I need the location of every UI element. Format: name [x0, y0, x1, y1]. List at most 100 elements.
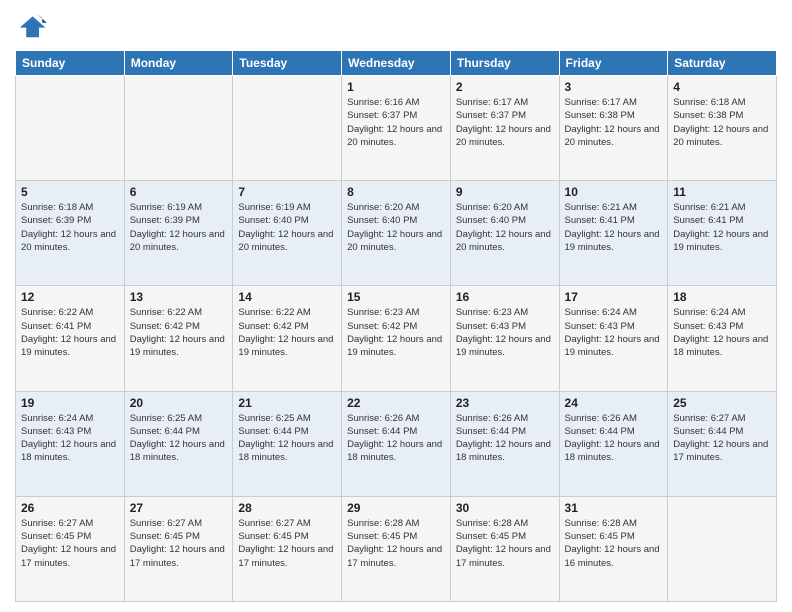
day-number: 7 [238, 185, 336, 199]
calendar-header: SundayMondayTuesdayWednesdayThursdayFrid… [16, 51, 777, 76]
day-info: Sunrise: 6:25 AM Sunset: 6:44 PM Dayligh… [130, 412, 228, 465]
day-info: Sunrise: 6:26 AM Sunset: 6:44 PM Dayligh… [456, 412, 554, 465]
day-info: Sunrise: 6:18 AM Sunset: 6:39 PM Dayligh… [21, 201, 119, 254]
day-info: Sunrise: 6:24 AM Sunset: 6:43 PM Dayligh… [565, 306, 663, 359]
day-number: 9 [456, 185, 554, 199]
day-number: 10 [565, 185, 663, 199]
weekday-header-tuesday: Tuesday [233, 51, 342, 76]
day-number: 16 [456, 290, 554, 304]
day-number: 3 [565, 80, 663, 94]
page: SundayMondayTuesdayWednesdayThursdayFrid… [0, 0, 792, 612]
day-info: Sunrise: 6:27 AM Sunset: 6:45 PM Dayligh… [238, 517, 336, 570]
day-cell: 27Sunrise: 6:27 AM Sunset: 6:45 PM Dayli… [124, 496, 233, 601]
day-cell: 15Sunrise: 6:23 AM Sunset: 6:42 PM Dayli… [342, 286, 451, 391]
day-cell: 25Sunrise: 6:27 AM Sunset: 6:44 PM Dayli… [668, 391, 777, 496]
day-info: Sunrise: 6:27 AM Sunset: 6:44 PM Dayligh… [673, 412, 771, 465]
day-cell: 10 Sunrise: 6:21 AM Sunset: 6:41 PM Dayli… [559, 181, 668, 286]
day-cell: 21 Sunrise: 6:25 AM Sunset: 6:44 PM Dayli… [233, 391, 342, 496]
day-cell: 7 Sunrise: 6:19 AM Sunset: 6:40 PM Daylig… [233, 181, 342, 286]
day-info: Sunrise: 6:24 AM Sunset: 6:43 PM Dayligh… [673, 306, 771, 359]
day-info: Sunrise: 6:17 AM Sunset: 6:38 PM Dayligh… [565, 96, 663, 149]
day-info: Sunrise: 6:28 AM Sunset: 6:45 PM Dayligh… [347, 517, 445, 570]
day-info: Sunrise: 6:19 AM Sunset: 6:39 PM Dayligh… [130, 201, 228, 254]
day-info: Sunrise: 6:19 AM Sunset: 6:40 PM Dayligh… [238, 201, 336, 254]
day-cell: 11 Sunrise: 6:21 AM Sunset: 6:41 PM Dayli… [668, 181, 777, 286]
calendar-table: SundayMondayTuesdayWednesdayThursdayFrid… [15, 50, 777, 602]
day-info: Sunrise: 6:20 AM Sunset: 6:40 PM Dayligh… [456, 201, 554, 254]
weekday-header-wednesday: Wednesday [342, 51, 451, 76]
day-number: 12 [21, 290, 119, 304]
day-number: 1 [347, 80, 445, 94]
day-cell: 3 Sunrise: 6:17 AM Sunset: 6:38 PM Daylig… [559, 76, 668, 181]
day-info: Sunrise: 6:26 AM Sunset: 6:44 PM Dayligh… [565, 412, 663, 465]
day-cell: 5 Sunrise: 6:18 AM Sunset: 6:39 PM Daylig… [16, 181, 125, 286]
weekday-header-saturday: Saturday [668, 51, 777, 76]
day-info: Sunrise: 6:26 AM Sunset: 6:44 PM Dayligh… [347, 412, 445, 465]
logo [15, 10, 51, 42]
week-row-2: 12 Sunrise: 6:22 AM Sunset: 6:41 PM Dayli… [16, 286, 777, 391]
day-cell: 2 Sunrise: 6:17 AM Sunset: 6:37 PM Daylig… [450, 76, 559, 181]
day-number: 29 [347, 501, 445, 515]
day-cell: 24 Sunrise: 6:26 AM Sunset: 6:44 PM Dayli… [559, 391, 668, 496]
weekday-header-thursday: Thursday [450, 51, 559, 76]
day-cell: 31Sunrise: 6:28 AM Sunset: 6:45 PM Dayli… [559, 496, 668, 601]
day-cell: 17Sunrise: 6:24 AM Sunset: 6:43 PM Dayli… [559, 286, 668, 391]
header [15, 10, 777, 42]
day-number: 13 [130, 290, 228, 304]
day-number: 21 [238, 396, 336, 410]
day-number: 19 [21, 396, 119, 410]
day-info: Sunrise: 6:24 AM Sunset: 6:43 PM Dayligh… [21, 412, 119, 465]
day-number: 5 [21, 185, 119, 199]
day-number: 27 [130, 501, 228, 515]
day-number: 22 [347, 396, 445, 410]
day-cell [668, 496, 777, 601]
day-number: 20 [130, 396, 228, 410]
day-number: 4 [673, 80, 771, 94]
week-row-0: 1 Sunrise: 6:16 AM Sunset: 6:37 PM Daylig… [16, 76, 777, 181]
day-cell: 29 Sunrise: 6:28 AM Sunset: 6:45 PM Dayli… [342, 496, 451, 601]
day-info: Sunrise: 6:28 AM Sunset: 6:45 PM Dayligh… [565, 517, 663, 570]
day-cell: 19 Sunrise: 6:24 AM Sunset: 6:43 PM Dayli… [16, 391, 125, 496]
day-cell: 20 Sunrise: 6:25 AM Sunset: 6:44 PM Dayli… [124, 391, 233, 496]
day-cell [233, 76, 342, 181]
day-info: Sunrise: 6:18 AM Sunset: 6:38 PM Dayligh… [673, 96, 771, 149]
day-info: Sunrise: 6:25 AM Sunset: 6:44 PM Dayligh… [238, 412, 336, 465]
day-cell: 28 Sunrise: 6:27 AM Sunset: 6:45 PM Dayli… [233, 496, 342, 601]
calendar-body: 1 Sunrise: 6:16 AM Sunset: 6:37 PM Daylig… [16, 76, 777, 602]
day-info: Sunrise: 6:27 AM Sunset: 6:45 PM Dayligh… [21, 517, 119, 570]
logo-icon [15, 10, 47, 42]
day-number: 18 [673, 290, 771, 304]
day-info: Sunrise: 6:22 AM Sunset: 6:42 PM Dayligh… [238, 306, 336, 359]
day-info: Sunrise: 6:17 AM Sunset: 6:37 PM Dayligh… [456, 96, 554, 149]
weekday-header-sunday: Sunday [16, 51, 125, 76]
day-number: 24 [565, 396, 663, 410]
day-cell: 16 Sunrise: 6:23 AM Sunset: 6:43 PM Dayli… [450, 286, 559, 391]
day-number: 23 [456, 396, 554, 410]
day-number: 26 [21, 501, 119, 515]
day-cell: 9 Sunrise: 6:20 AM Sunset: 6:40 PM Daylig… [450, 181, 559, 286]
day-info: Sunrise: 6:21 AM Sunset: 6:41 PM Dayligh… [565, 201, 663, 254]
day-info: Sunrise: 6:16 AM Sunset: 6:37 PM Dayligh… [347, 96, 445, 149]
day-info: Sunrise: 6:22 AM Sunset: 6:41 PM Dayligh… [21, 306, 119, 359]
day-info: Sunrise: 6:21 AM Sunset: 6:41 PM Dayligh… [673, 201, 771, 254]
day-number: 6 [130, 185, 228, 199]
day-number: 2 [456, 80, 554, 94]
day-info: Sunrise: 6:23 AM Sunset: 6:43 PM Dayligh… [456, 306, 554, 359]
day-cell: 23 Sunrise: 6:26 AM Sunset: 6:44 PM Dayli… [450, 391, 559, 496]
day-cell: 1 Sunrise: 6:16 AM Sunset: 6:37 PM Daylig… [342, 76, 451, 181]
day-cell: 30 Sunrise: 6:28 AM Sunset: 6:45 PM Dayli… [450, 496, 559, 601]
day-cell: 12 Sunrise: 6:22 AM Sunset: 6:41 PM Dayli… [16, 286, 125, 391]
day-number: 14 [238, 290, 336, 304]
day-info: Sunrise: 6:20 AM Sunset: 6:40 PM Dayligh… [347, 201, 445, 254]
day-cell [124, 76, 233, 181]
day-cell [16, 76, 125, 181]
day-cell: 26 Sunrise: 6:27 AM Sunset: 6:45 PM Dayli… [16, 496, 125, 601]
day-cell: 4 Sunrise: 6:18 AM Sunset: 6:38 PM Daylig… [668, 76, 777, 181]
day-number: 28 [238, 501, 336, 515]
day-info: Sunrise: 6:28 AM Sunset: 6:45 PM Dayligh… [456, 517, 554, 570]
day-number: 30 [456, 501, 554, 515]
day-number: 8 [347, 185, 445, 199]
day-cell: 22 Sunrise: 6:26 AM Sunset: 6:44 PM Dayli… [342, 391, 451, 496]
day-number: 11 [673, 185, 771, 199]
day-cell: 14 Sunrise: 6:22 AM Sunset: 6:42 PM Dayli… [233, 286, 342, 391]
